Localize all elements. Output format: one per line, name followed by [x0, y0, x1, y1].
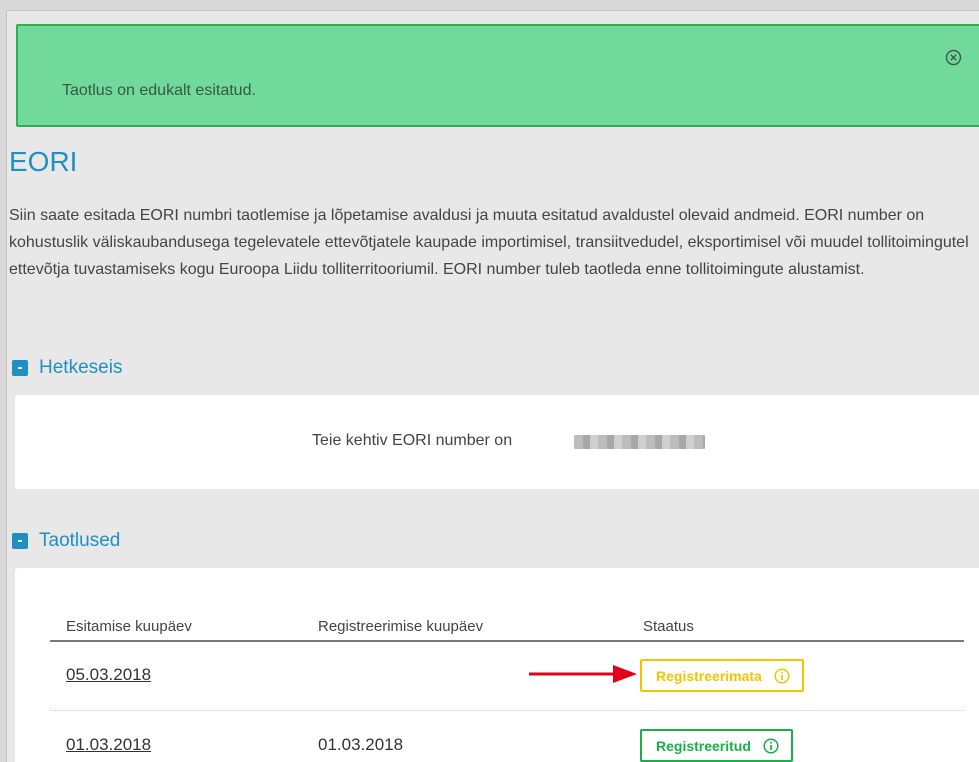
collapse-icon[interactable]: -: [12, 533, 28, 549]
row-2-registered-date: 01.03.2018: [318, 735, 404, 754]
section-applications-header[interactable]: - Taotlused: [12, 530, 120, 552]
red-arrow-annotation: [529, 665, 637, 683]
row-2-submitted-date-link[interactable]: 01.03.2018: [66, 735, 151, 755]
column-header-registered: Registreerimise kuupäev: [318, 618, 484, 635]
alert-message: Taotlus on edukalt esitatud.: [62, 82, 256, 99]
table-header-divider: [50, 640, 964, 642]
section-current-label: Hetkeseis: [39, 357, 123, 378]
status-label: Registreeritud: [656, 737, 751, 754]
redacted-eori-number: [574, 435, 705, 449]
info-icon[interactable]: [774, 667, 790, 684]
info-icon[interactable]: [763, 737, 779, 754]
applications-panel: Esitamise kuupäev Registreerimise kuupäe…: [15, 568, 979, 762]
column-header-status: Staatus: [643, 618, 694, 635]
section-current-header[interactable]: - Hetkeseis: [12, 357, 122, 379]
current-status-panel: Teie kehtiv EORI number on: [15, 395, 979, 489]
page-title: EORI: [9, 146, 78, 177]
row-1-submitted-date-link[interactable]: 05.03.2018: [66, 665, 151, 685]
success-alert: Taotlus on edukalt esitatud.: [16, 24, 979, 127]
status-badge-unregistered[interactable]: Registreerimata: [640, 659, 804, 692]
current-eori-text: Teie kehtiv EORI number on: [312, 432, 513, 449]
column-header-submitted: Esitamise kuupäev: [66, 618, 192, 635]
row-divider: [50, 710, 964, 711]
page: Taotlus on edukalt esitatud. EORI Siin s…: [6, 10, 979, 762]
status-badge-registered[interactable]: Registreeritud: [640, 729, 793, 762]
intro-text: Siin saate esitada EORI numbri taotlemis…: [9, 207, 969, 278]
close-icon[interactable]: [945, 49, 962, 66]
section-applications-label: Taotlused: [39, 530, 121, 551]
collapse-icon[interactable]: -: [12, 360, 28, 376]
status-label: Registreerimata: [656, 667, 762, 684]
